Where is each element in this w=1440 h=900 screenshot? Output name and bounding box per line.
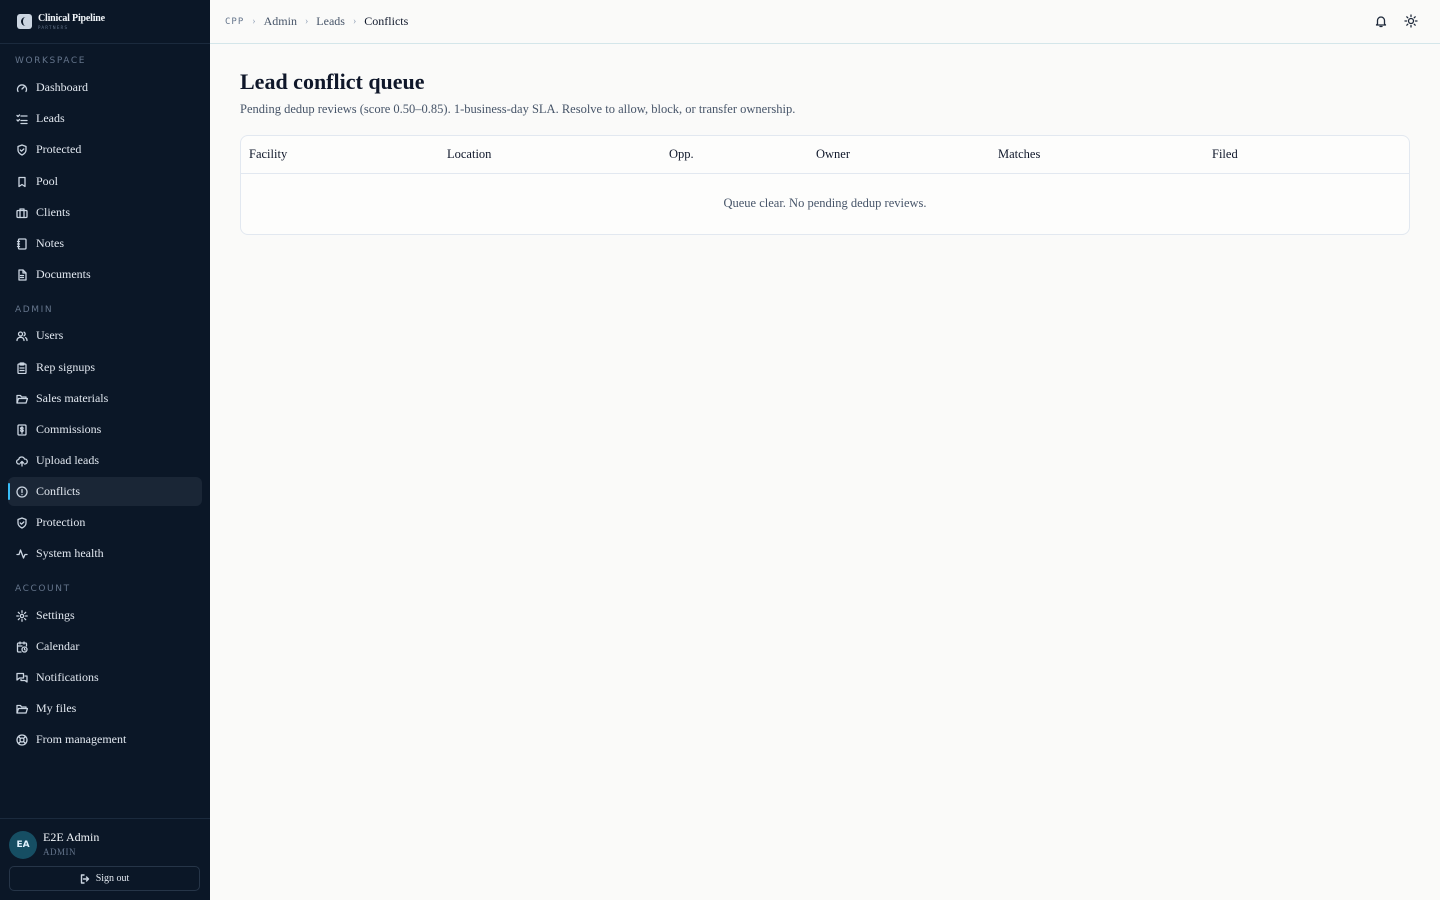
sidebar-item-label: Pool <box>36 174 59 188</box>
chevron-right-icon: › <box>252 16 256 27</box>
sidebar-item-calendar[interactable]: Calendar <box>8 632 202 661</box>
folder-open-icon <box>16 394 28 404</box>
users-icon <box>16 330 28 341</box>
folder-open-icon <box>16 704 28 714</box>
user-role: ADMIN <box>43 847 76 857</box>
sidebar-item-label: Dashboard <box>36 80 88 94</box>
sidebar-item-label: Sales materials <box>36 391 109 405</box>
activity-icon <box>16 548 28 559</box>
sidebar-item-label: From management <box>36 732 127 746</box>
sidebar-item-conflicts[interactable]: Conflicts <box>8 477 202 506</box>
sidebar-item-label: Users <box>36 328 64 342</box>
empty-state-message: Queue clear. No pending dedup reviews. <box>723 196 927 210</box>
notebook-icon <box>16 237 27 250</box>
file-text-icon <box>18 268 27 281</box>
lifebuoy-icon <box>16 733 28 746</box>
sun-icon[interactable] <box>1404 14 1418 28</box>
sidebar-item-upload-leads[interactable]: Upload leads <box>8 446 202 475</box>
sidebar-item-documents[interactable]: Documents <box>8 260 202 289</box>
user-panel: EA E2E Admin ADMIN Sign out <box>0 818 210 900</box>
chevron-right-icon: › <box>304 16 309 27</box>
sidebar-item-label: My files <box>36 701 77 715</box>
briefcase-icon <box>16 207 28 218</box>
clipboard-icon <box>17 361 27 374</box>
section-label-account: ACCOUNT <box>15 584 71 594</box>
sidebar-item-protection[interactable]: Protection <box>8 508 202 537</box>
sidebar-item-label: Notes <box>36 236 64 250</box>
alert-circle-icon <box>16 485 28 498</box>
column-header-location[interactable]: Location <box>447 147 491 162</box>
table-header: Facility Location Opp. Owner Matches Fil… <box>241 136 1409 174</box>
sidebar-item-settings[interactable]: Settings <box>8 601 202 630</box>
page-title: Lead conflict queue <box>240 69 425 94</box>
sidebar-item-label: Settings <box>36 608 75 622</box>
sidebar-item-clients[interactable]: Clients <box>8 198 202 227</box>
sidebar-item-commissions[interactable]: Commissions <box>8 415 202 444</box>
brand-sub: PARTNERS <box>38 24 69 30</box>
breadcrumb: CPP › Admin › Leads › Conflicts <box>225 14 408 29</box>
sidebar-item-users[interactable]: Users <box>8 321 202 350</box>
sidebar-item-dashboard[interactable]: Dashboard <box>8 73 202 102</box>
breadcrumb-current: Conflicts <box>364 14 409 28</box>
sidebar-item-label: Conflicts <box>36 484 80 498</box>
column-header-facility[interactable]: Facility <box>249 147 287 162</box>
sidebar-item-pool[interactable]: Pool <box>8 167 202 196</box>
list-check-icon <box>16 113 28 124</box>
column-header-filed[interactable]: Filed <box>1212 147 1238 162</box>
bookmark-icon <box>18 176 26 187</box>
sidebar-item-from-management[interactable]: From management <box>8 725 202 754</box>
sidebar-item-label: Documents <box>36 267 91 281</box>
avatar[interactable]: EA <box>9 831 37 859</box>
sidebar-item-notes[interactable]: Notes <box>8 229 202 258</box>
sidebar-item-sales-materials[interactable]: Sales materials <box>8 384 202 413</box>
top-bar: CPP › Admin › Leads › Conflicts <box>210 0 1440 44</box>
brand-name: Clinical Pipeline <box>38 12 105 24</box>
breadcrumb-root[interactable]: CPP <box>225 17 244 27</box>
conflicts-table: Facility Location Opp. Owner Matches Fil… <box>240 135 1410 235</box>
sidebar-item-label: Protection <box>36 515 86 529</box>
sidebar-item-rep-signups[interactable]: Rep signups <box>8 353 202 382</box>
brand-logo[interactable]: Clinical Pipeline PARTNERS <box>0 0 210 44</box>
sidebar-item-label: Rep signups <box>36 360 96 374</box>
messages-icon <box>16 672 28 683</box>
logo-icon <box>17 14 32 29</box>
log-out-icon <box>80 873 89 884</box>
sidebar-item-protected[interactable]: Protected <box>8 135 202 164</box>
sidebar-item-label: Protected <box>36 142 82 156</box>
sign-out-button[interactable]: Sign out <box>9 866 200 891</box>
section-label-workspace: WORKSPACE <box>15 56 87 66</box>
column-header-opp[interactable]: Opp. <box>669 147 694 162</box>
sidebar-item-label: System health <box>36 546 104 560</box>
sidebar-item-leads[interactable]: Leads <box>8 104 202 133</box>
sidebar-item-label: Leads <box>36 111 65 125</box>
sidebar: Clinical Pipeline PARTNERS WORKSPACE Das… <box>0 0 210 900</box>
column-header-matches[interactable]: Matches <box>998 147 1040 162</box>
sidebar-item-notifications[interactable]: Notifications <box>8 663 202 692</box>
calendar-clock-icon <box>16 640 28 653</box>
sidebar-item-label: Notifications <box>36 670 99 684</box>
gear-icon <box>16 609 28 622</box>
sign-out-label: Sign out <box>95 873 130 884</box>
breadcrumb-admin[interactable]: Admin <box>264 14 297 29</box>
sidebar-item-label: Upload leads <box>36 453 99 467</box>
sidebar-item-label: Calendar <box>36 639 80 653</box>
sidebar-item-label: Commissions <box>36 422 102 436</box>
page-description: Pending dedup reviews (score 0.50–0.85).… <box>240 102 796 116</box>
section-label-admin: ADMIN <box>15 305 54 315</box>
shield-check-icon <box>17 143 27 156</box>
column-header-owner[interactable]: Owner <box>816 147 850 162</box>
sidebar-item-label: Clients <box>36 205 71 219</box>
cloud-upload-icon <box>16 455 28 467</box>
gauge-icon <box>16 83 28 92</box>
sidebar-item-my-files[interactable]: My files <box>8 694 202 723</box>
user-name: E2E Admin <box>43 830 100 844</box>
sidebar-item-system-health[interactable]: System health <box>8 539 202 568</box>
chevron-right-icon: › <box>352 16 357 27</box>
shield-check-icon <box>17 516 27 529</box>
bell-icon[interactable] <box>1374 14 1388 28</box>
breadcrumb-leads[interactable]: Leads <box>316 14 345 29</box>
receipt-dollar-icon <box>17 423 27 436</box>
